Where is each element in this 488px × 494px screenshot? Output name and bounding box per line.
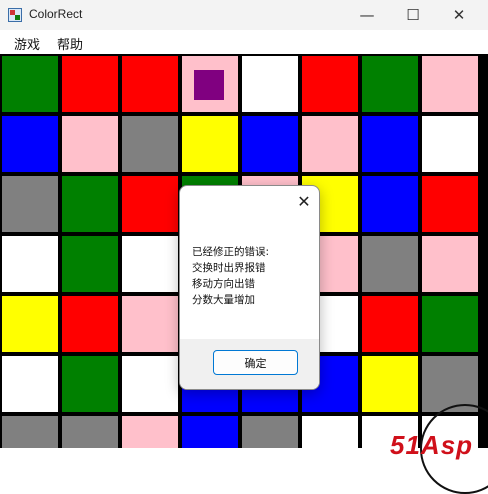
dialog-message-line: 交换时出界报错 — [192, 262, 266, 274]
board-cell[interactable] — [62, 236, 118, 292]
board-cell[interactable] — [362, 116, 418, 172]
watermark-logo-text: 51Asp — [390, 430, 474, 460]
board-cell[interactable] — [242, 116, 298, 172]
close-icon: ✕ — [452, 6, 466, 24]
board-cell[interactable] — [182, 416, 238, 448]
board-cell[interactable] — [62, 176, 118, 232]
dialog-message-line: 已经修正的错误: — [192, 246, 270, 258]
title-bar: ColorRect — ☐ ✕ — [0, 0, 488, 30]
board-cell[interactable] — [242, 416, 298, 448]
dialog-message-line: 移动方向出错 — [192, 278, 255, 290]
app-icon — [8, 8, 22, 22]
board-cell[interactable] — [2, 176, 58, 232]
board-cell[interactable] — [2, 356, 58, 412]
board-cell[interactable] — [362, 176, 418, 232]
board-cell[interactable] — [422, 116, 478, 172]
board-cell[interactable] — [122, 356, 178, 412]
window-title: ColorRect — [29, 7, 83, 21]
dialog-footer: 确定 — [180, 339, 319, 389]
board-cell[interactable] — [2, 296, 58, 352]
board-cell[interactable] — [422, 236, 478, 292]
board-cell[interactable] — [242, 56, 298, 112]
selected-cell-marker — [194, 70, 224, 100]
board-cell[interactable] — [362, 56, 418, 112]
board-cell[interactable] — [302, 56, 358, 112]
maximize-icon: ☐ — [406, 6, 420, 24]
board-cell[interactable] — [362, 356, 418, 412]
board-cell[interactable] — [2, 236, 58, 292]
menu-help[interactable]: 帮助 — [57, 34, 83, 53]
message-dialog: ✕ 已经修正的错误: 交换时出界报错 移动方向出错 分数大量增加 确定 — [179, 185, 320, 390]
board-cell[interactable] — [62, 356, 118, 412]
maximize-button[interactable]: ☐ — [390, 0, 436, 30]
board-cell[interactable] — [362, 296, 418, 352]
board-cell[interactable] — [62, 416, 118, 448]
board-cell[interactable] — [62, 56, 118, 112]
board-cell[interactable] — [122, 56, 178, 112]
board-cell[interactable] — [2, 416, 58, 448]
board-cell[interactable] — [122, 116, 178, 172]
dialog-message: 已经修正的错误: 交换时出界报错 移动方向出错 分数大量增加 — [192, 244, 313, 308]
board-cell[interactable] — [302, 416, 358, 448]
close-icon: ✕ — [297, 191, 311, 211]
minimize-button[interactable]: — — [344, 0, 390, 30]
close-button[interactable]: ✕ — [436, 0, 482, 30]
ok-button[interactable]: 确定 — [213, 350, 298, 375]
board-cell[interactable] — [2, 56, 58, 112]
board-cell[interactable] — [2, 116, 58, 172]
menu-bar: 游戏 帮助 — [0, 30, 488, 54]
board-cell[interactable] — [422, 296, 478, 352]
board-cell[interactable] — [122, 416, 178, 448]
board-cell[interactable] — [302, 116, 358, 172]
minimize-icon: — — [359, 6, 375, 24]
board-cell[interactable] — [122, 236, 178, 292]
dialog-message-line: 分数大量增加 — [192, 294, 255, 306]
board-cell[interactable] — [122, 176, 178, 232]
board-cell[interactable] — [182, 116, 238, 172]
board-cell[interactable] — [62, 116, 118, 172]
dialog-close-button[interactable]: ✕ — [293, 190, 315, 212]
board-cell[interactable] — [422, 176, 478, 232]
board-cell[interactable] — [62, 296, 118, 352]
board-cell[interactable] — [122, 296, 178, 352]
menu-game[interactable]: 游戏 — [14, 34, 40, 53]
board-cell[interactable] — [422, 56, 478, 112]
board-cell[interactable] — [362, 236, 418, 292]
